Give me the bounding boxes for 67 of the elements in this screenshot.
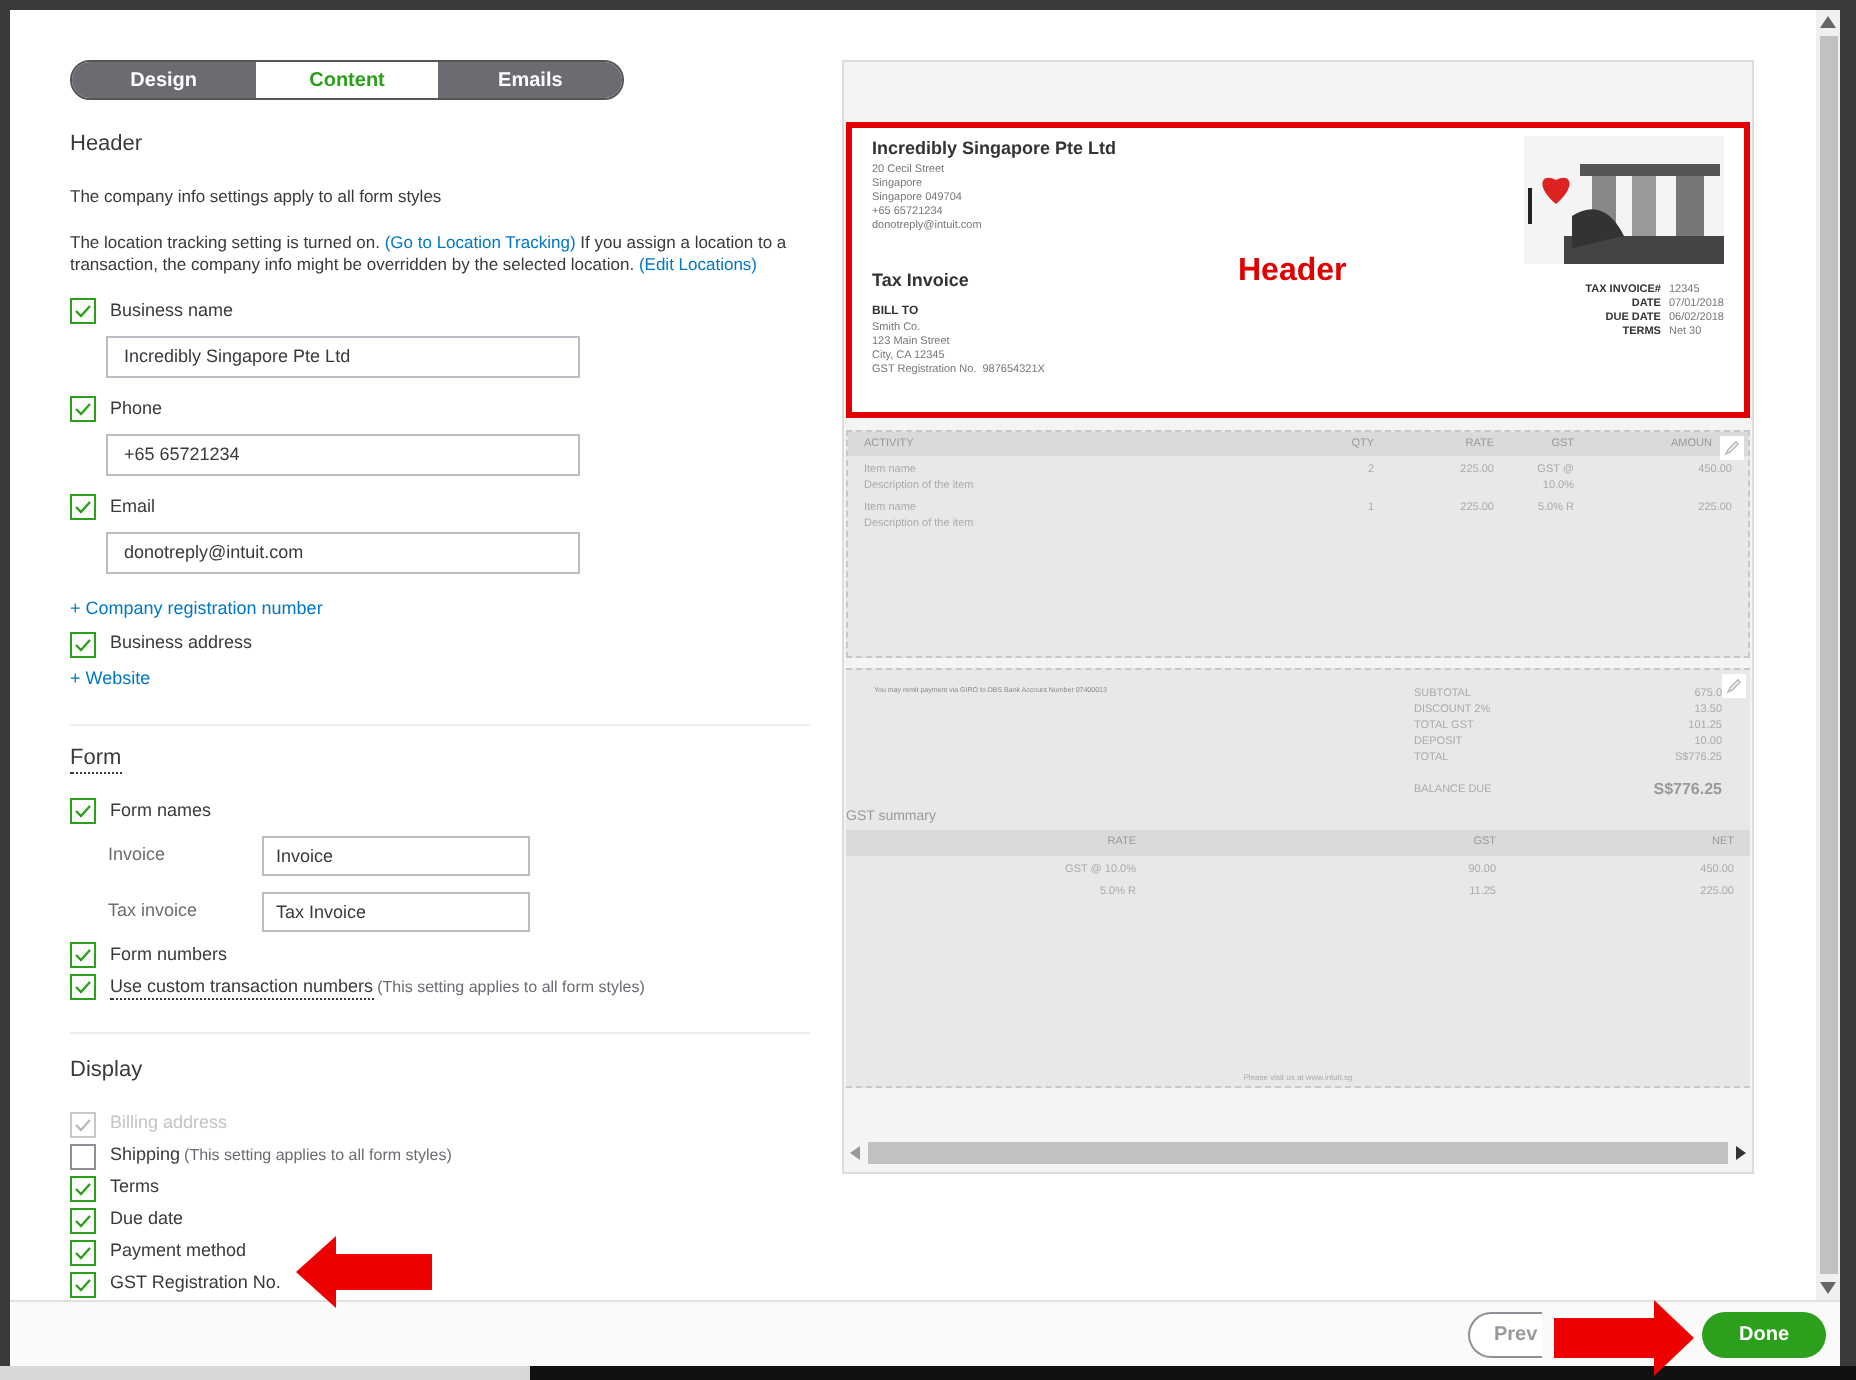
checkbox[interactable] (70, 494, 96, 520)
inline-link[interactable]: (Go to Location Tracking) (384, 231, 576, 251)
checkbox-label: Form numbers (110, 941, 228, 968)
checkbox[interactable] (70, 396, 96, 422)
annotation-label: Header (1238, 252, 1347, 292)
scroll-right-icon[interactable] (1736, 1145, 1746, 1159)
balance-value: S$776.25 (1653, 778, 1722, 802)
company-name: Incredibly Singapore Pte Ltd (872, 136, 1117, 162)
text-field[interactable]: Incredibly Singapore Pte Ltd (106, 335, 580, 377)
text-field[interactable]: Invoice (262, 835, 530, 875)
horizontal-scrollbar[interactable] (850, 1140, 1746, 1164)
checkbox[interactable] (70, 1207, 96, 1233)
checkbox-label: Phone (110, 395, 163, 422)
tab[interactable]: Design (72, 62, 256, 99)
checkbox-label: Payment method (110, 1238, 247, 1265)
previous-button[interactable]: Prev (1468, 1311, 1542, 1357)
info-text: The company info settings apply to all form styles (70, 183, 444, 209)
scroll-left-icon[interactable] (850, 1145, 860, 1159)
text-field[interactable]: donotreply@intuit.com (106, 531, 580, 573)
checkbox-label: Terms (110, 1174, 159, 1201)
tab[interactable]: Emails (438, 62, 622, 99)
checkbox-label: Due date (110, 1206, 184, 1233)
checkbox[interactable] (70, 1175, 96, 1201)
edit-icon[interactable] (1722, 674, 1746, 698)
done-button[interactable]: Done (1702, 1311, 1826, 1357)
checkbox[interactable] (70, 1239, 96, 1265)
checkbox[interactable] (70, 942, 96, 968)
setting-note: (This setting applies to all form styles) (184, 1144, 452, 1168)
inline-link[interactable]: (Edit Locations) (638, 253, 758, 273)
text-field[interactable]: +65 65721234 (106, 433, 580, 475)
scroll-down-icon[interactable] (1820, 1282, 1836, 1294)
checkbox-label: Form names (110, 797, 212, 824)
setting-note: (This setting applies to all form styles) (377, 975, 645, 999)
vertical-scrollbar[interactable] (1816, 10, 1840, 1300)
add-link[interactable]: + Website (70, 666, 151, 693)
scroll-up-icon[interactable] (1820, 16, 1836, 28)
checkbox-label: Shipping (110, 1142, 181, 1169)
check-icon (74, 402, 92, 416)
checkbox[interactable] (70, 798, 96, 824)
section-heading: Form (70, 745, 122, 773)
field-label: Tax invoice (108, 897, 200, 924)
text-field[interactable]: Tax Invoice (262, 891, 530, 931)
checkbox-label: Use custom transaction numbers (110, 975, 374, 999)
section-heading: Header (70, 130, 143, 161)
checkbox[interactable] (70, 974, 96, 1000)
edit-icon[interactable] (1720, 436, 1744, 460)
field-label: Invoice (108, 841, 168, 868)
checkbox-label: Business name (110, 297, 234, 324)
check-icon (74, 1117, 92, 1131)
invoice-title: Tax Invoice (872, 268, 971, 294)
checkbox-label: Business address (110, 630, 253, 657)
checkbox[interactable] (70, 298, 96, 324)
checkbox-label: GST Registration No. (110, 1270, 281, 1297)
checkbox[interactable] (70, 1271, 96, 1297)
check-icon (74, 500, 92, 514)
pointing-arrow (296, 1236, 432, 1308)
pointing-arrow (1554, 1300, 1694, 1376)
checkbox-label: Email (110, 493, 156, 520)
check-icon (74, 637, 92, 651)
checkbox-label: Billing address (110, 1110, 228, 1137)
checkbox[interactable] (70, 631, 96, 657)
checkbox[interactable] (70, 1143, 96, 1169)
check-icon (74, 304, 92, 318)
location-note: The location tracking setting is turned on. (Go to Location Tracking) If you assign a location to a transaction, the company info might be overridden by the selected location. (Edit Locations) (70, 231, 789, 275)
section-heading: Display (70, 1055, 143, 1085)
check-icon (74, 804, 92, 818)
add-link[interactable]: + Company registration number (70, 595, 323, 622)
